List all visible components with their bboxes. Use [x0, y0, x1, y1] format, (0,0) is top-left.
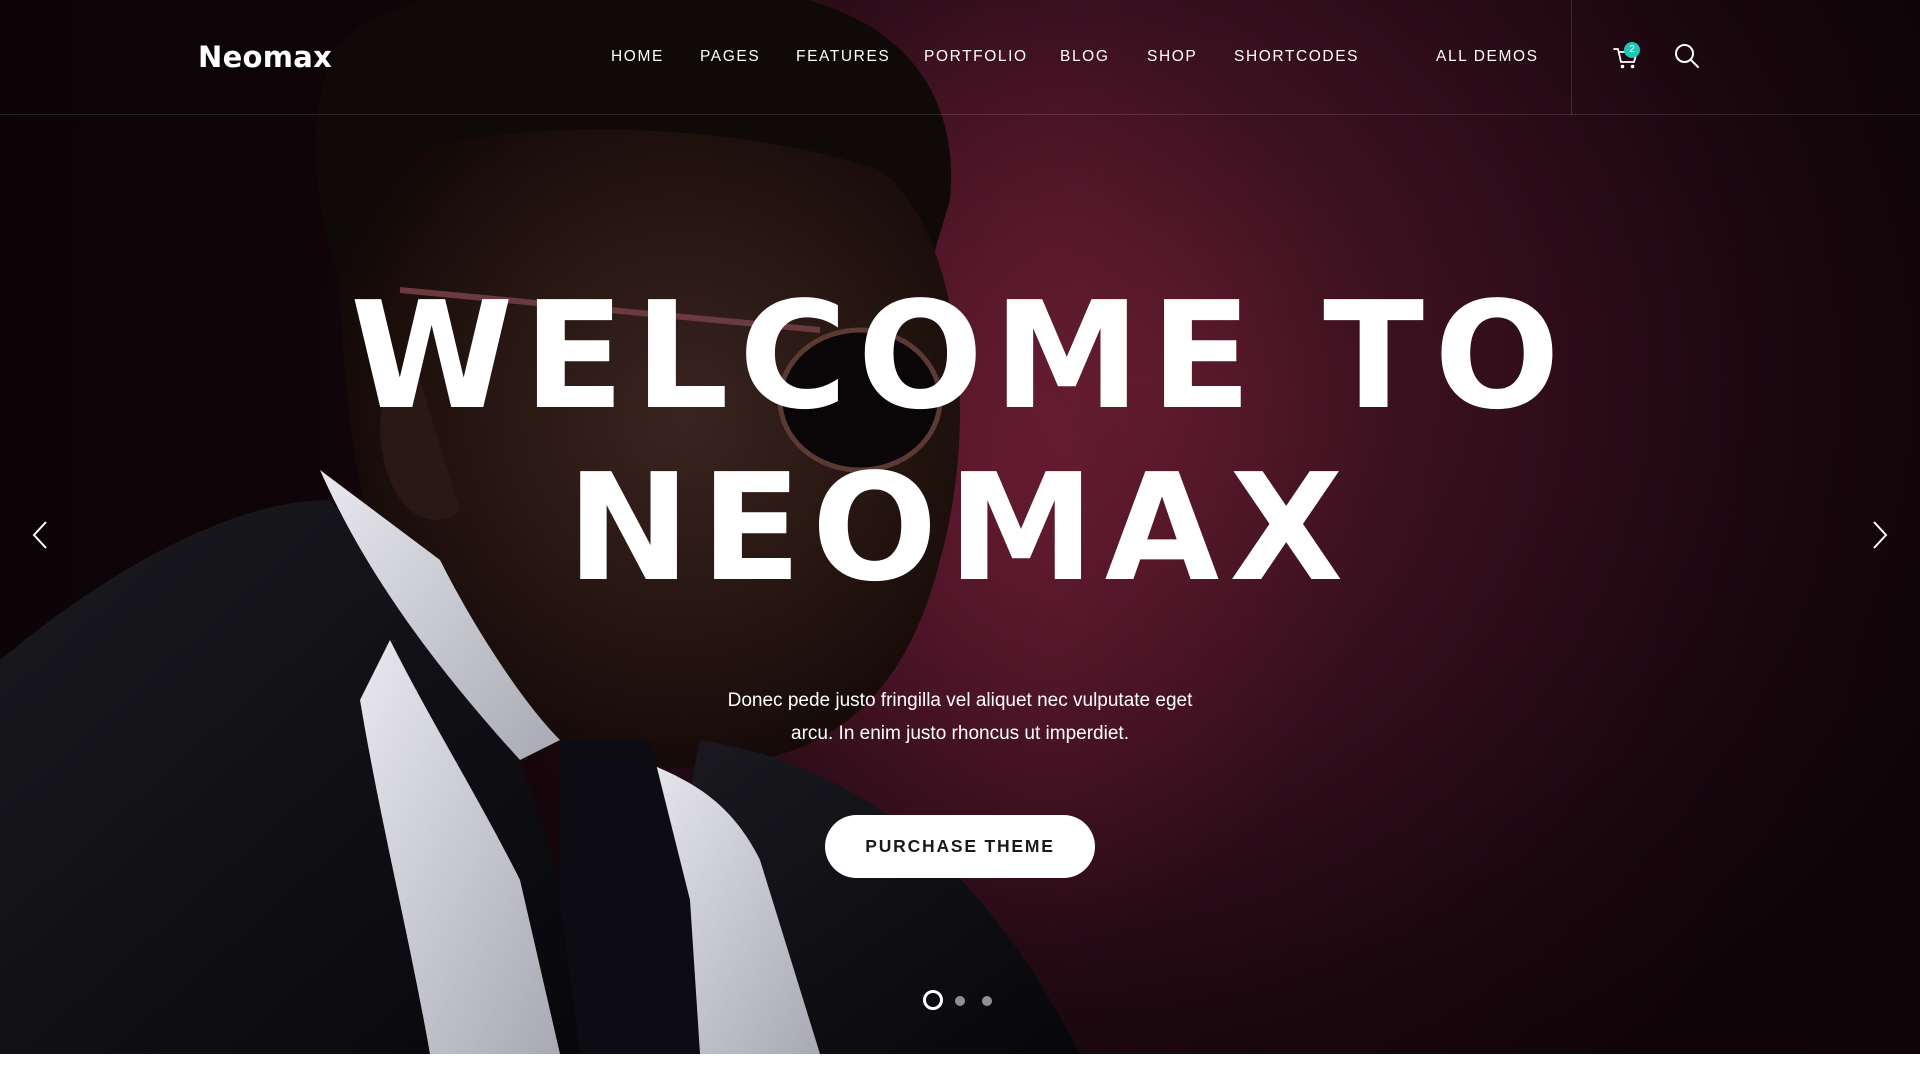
- nav-item-shortcodes[interactable]: SHORTCODES: [1234, 48, 1359, 66]
- site-header: Neomax HOME PAGES FEATURES PORTFOLIO BLO…: [0, 0, 1920, 115]
- search-icon: [1675, 44, 1699, 68]
- hero-subtext: Donec pede justo fringilla vel aliquet n…: [660, 684, 1260, 750]
- nav-item-pages[interactable]: PAGES: [700, 48, 760, 66]
- hero-subtext-line-2: arcu. In enim justo rhoncus ut imperdiet…: [791, 723, 1129, 744]
- cart-count-badge: 2: [1624, 42, 1640, 58]
- nav-item-all-demos[interactable]: ALL DEMOS: [1436, 48, 1539, 66]
- nav-item-shop[interactable]: SHOP: [1147, 48, 1197, 66]
- nav-item-portfolio[interactable]: PORTFOLIO: [924, 48, 1028, 66]
- header-divider: [1571, 0, 1572, 115]
- slider-dot-3[interactable]: [982, 996, 992, 1006]
- nav-item-home[interactable]: HOME: [611, 48, 664, 66]
- search-button[interactable]: [1673, 42, 1701, 70]
- nav-item-blog[interactable]: BLOG: [1060, 48, 1109, 66]
- hero-subtext-line-1: Donec pede justo fringilla vel aliquet n…: [727, 690, 1193, 711]
- hero-headline-line-2: NEOMAX: [566, 442, 1354, 614]
- nav-item-features[interactable]: FEATURES: [796, 48, 890, 66]
- slider-dot-1[interactable]: [923, 990, 943, 1010]
- slider-dot-2[interactable]: [955, 996, 965, 1006]
- slider-pagination: [921, 990, 1001, 1012]
- main-nav: HOME PAGES FEATURES PORTFOLIO BLOG SHOP …: [0, 48, 1560, 68]
- hero-headline-line-1: WELCOME TO: [350, 270, 1570, 442]
- purchase-theme-button[interactable]: PURCHASE THEME: [825, 815, 1095, 878]
- hero-headline: WELCOME TO NEOMAX: [0, 270, 1920, 614]
